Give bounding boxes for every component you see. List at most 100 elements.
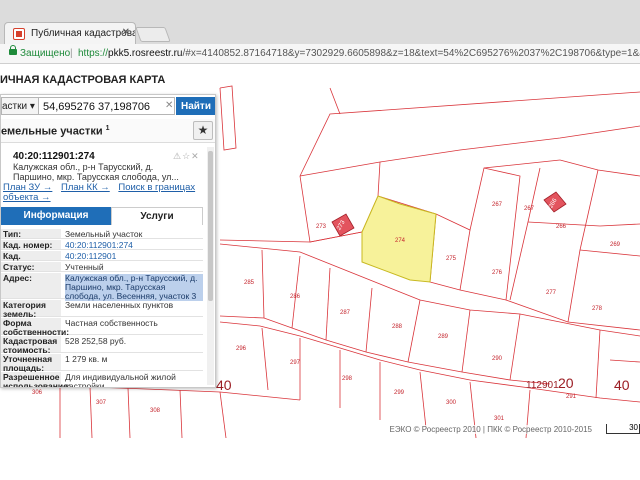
attribute-value: Земельный участок (65, 229, 143, 239)
parcel-outline (595, 329, 601, 399)
parcel-label-286: 286 (290, 294, 301, 300)
parcel-label-275: 275 (446, 256, 457, 262)
parcel-outline (299, 125, 640, 177)
parcel-label-267b: 267 (524, 206, 535, 212)
parcel-outline (261, 327, 269, 391)
plan-kk-link[interactable]: План КК → (61, 182, 110, 193)
app-title: ИЧНАЯ КАДАСТРОВАЯ КАРТА (0, 74, 166, 86)
parcel-label-285: 285 (244, 280, 255, 286)
attribute-value: Для индивидуальной жилой застройки (65, 372, 176, 388)
attribute-key: Кад. квартал: (1, 251, 61, 270)
parcel-outline (419, 371, 427, 429)
url-path: /#x=4140852.87164718&y=7302929.6605898&z… (182, 48, 640, 59)
parcel-outline (329, 87, 341, 115)
parcel-label-276: 276 (492, 270, 503, 276)
results-title-text: емельные участки (1, 125, 103, 138)
parcel-label-306: 306 (32, 390, 43, 396)
attribute-key: Разрешенное использование: (1, 372, 71, 388)
url-text[interactable]: https://pkk5.rosreestr.ru/#x=4140852.871… (78, 48, 640, 59)
attribute-key: Категория земель: (1, 300, 61, 319)
attribute-row: Кадастровая стоимость: 528 252,58 руб. (1, 335, 203, 355)
tab-information[interactable]: Информация (1, 207, 111, 225)
attribute-value: 1 279 кв. м (65, 354, 108, 364)
parcel-outline (325, 267, 331, 341)
parcel-outline (127, 387, 131, 438)
attribute-value[interactable]: 40:20:112901:274 (65, 241, 203, 250)
parcel-label-301: 301 (494, 416, 505, 422)
attribute-value: Земли населенных пунктов (65, 300, 174, 310)
tab-services[interactable]: Услуги (111, 207, 203, 225)
parcel-actions-icons[interactable]: ⚠☆✕ (173, 151, 200, 162)
results-count: 1 (105, 125, 110, 132)
parcel-outline (435, 159, 561, 231)
parcel-outline (261, 249, 265, 319)
clear-search-icon[interactable]: ✕ (165, 100, 173, 111)
url-separator: | (70, 48, 73, 59)
parcel-label-288: 288 (392, 324, 403, 330)
lock-icon[interactable] (9, 45, 17, 55)
attribute-value[interactable]: 40:20:112901 (65, 252, 203, 261)
search-type-label: астки (2, 101, 28, 112)
attribute-key: Тип: (1, 229, 61, 239)
search-type-select[interactable]: астки ▾ (1, 97, 39, 115)
parcel-label-289: 289 (438, 334, 449, 340)
parcel-links: План ЗУ → План КК → Поиск в границах объ… (3, 183, 203, 203)
attribute-key: Уточненная площадь: (1, 354, 61, 373)
parcel-outline (609, 359, 640, 363)
parcel-outline (365, 287, 373, 353)
object-link[interactable]: объекта → (3, 192, 51, 203)
secure-label[interactable]: Защищено (20, 48, 70, 59)
parcel-number[interactable]: 40:20:112901:274 (13, 151, 95, 162)
browser-tab-bar: Публичная кадастровая карт ✕ (0, 0, 640, 44)
parcel-outline (459, 229, 471, 291)
map-scale-bar: 30 (606, 424, 640, 434)
parcel-outline (509, 167, 541, 301)
attribute-row: Тип: Земельный участок (1, 228, 203, 239)
attribute-value: Учтенный (65, 262, 104, 272)
parcel-outline (219, 321, 640, 403)
parcel-label-298: 298 (342, 376, 353, 382)
new-tab-button[interactable] (135, 27, 171, 42)
browser-tab-title: Публичная кадастровая карт (31, 28, 135, 39)
attribute-key: Адрес: (1, 273, 61, 298)
attribute-row: Категория земель: Земли населенных пункто… (1, 299, 203, 319)
parcel-label-299: 299 (394, 390, 405, 396)
parcel-outline (89, 386, 93, 438)
parcel-outline (509, 313, 521, 381)
parcel-outline (559, 159, 640, 177)
parcel-label-300: 300 (446, 400, 457, 406)
parcel-outline (179, 389, 183, 438)
panel-scrollbar[interactable] (207, 147, 214, 385)
address-bar[interactable]: Защищено | https://pkk5.rosreestr.ru/#x=… (0, 44, 640, 64)
site-favicon-icon (13, 28, 25, 40)
attribute-row: Уточненная площадь: 1 279 кв. м (1, 353, 203, 373)
parcel-address: Калужская обл., р-н Тарусский, д. Паршин… (13, 162, 179, 182)
parcel-label-307: 307 (96, 400, 107, 406)
attribute-row: Разрешенное использование: Для индивидуал… (1, 371, 203, 388)
search-input[interactable] (39, 97, 175, 115)
map-attribution: ЕЭКО © Росреестр 2010 | ПКК © Росреестр … (387, 425, 594, 434)
parcel-label-273: 273 (316, 224, 327, 230)
close-tab-icon[interactable]: ✕ (122, 27, 130, 38)
parcel-label-287: 287 (340, 310, 351, 316)
attribute-key: Кад. номер: (1, 240, 61, 250)
attribute-row: Форма собственности: Частная собственност… (1, 317, 203, 337)
parcel-outline (599, 223, 640, 227)
attribute-row: Адрес: Калужская обл., р-н Тарусский, д. … (1, 272, 203, 301)
search-in-bounds-link[interactable]: Поиск в границах (118, 182, 195, 193)
favorite-star-button[interactable]: ★ (193, 121, 213, 140)
attribute-row: Кад. номер: 40:20:112901:274 (1, 239, 203, 250)
find-button[interactable]: Найти (176, 97, 215, 115)
browser-tab[interactable]: Публичная кадастровая карт ✕ (4, 22, 136, 44)
attribute-row: Кад. квартал: 40:20:112901 (1, 250, 203, 270)
parcel-outline (291, 255, 301, 329)
url-host: pkk5.rosreestr.ru (108, 48, 183, 59)
results-header: емельные участки 1 ★ (1, 119, 215, 143)
panel-scrollbar-thumb[interactable] (208, 151, 213, 301)
parcel-outline (219, 85, 237, 151)
parcel-outline (461, 309, 471, 373)
screenshot-frame: Публичная кадастровая карт ✕ Защищено | … (0, 0, 640, 480)
attribute-key: Кадастровая стоимость: (1, 336, 61, 355)
parcel-label-269: 269 (610, 242, 621, 248)
parcel-outline (567, 169, 599, 323)
